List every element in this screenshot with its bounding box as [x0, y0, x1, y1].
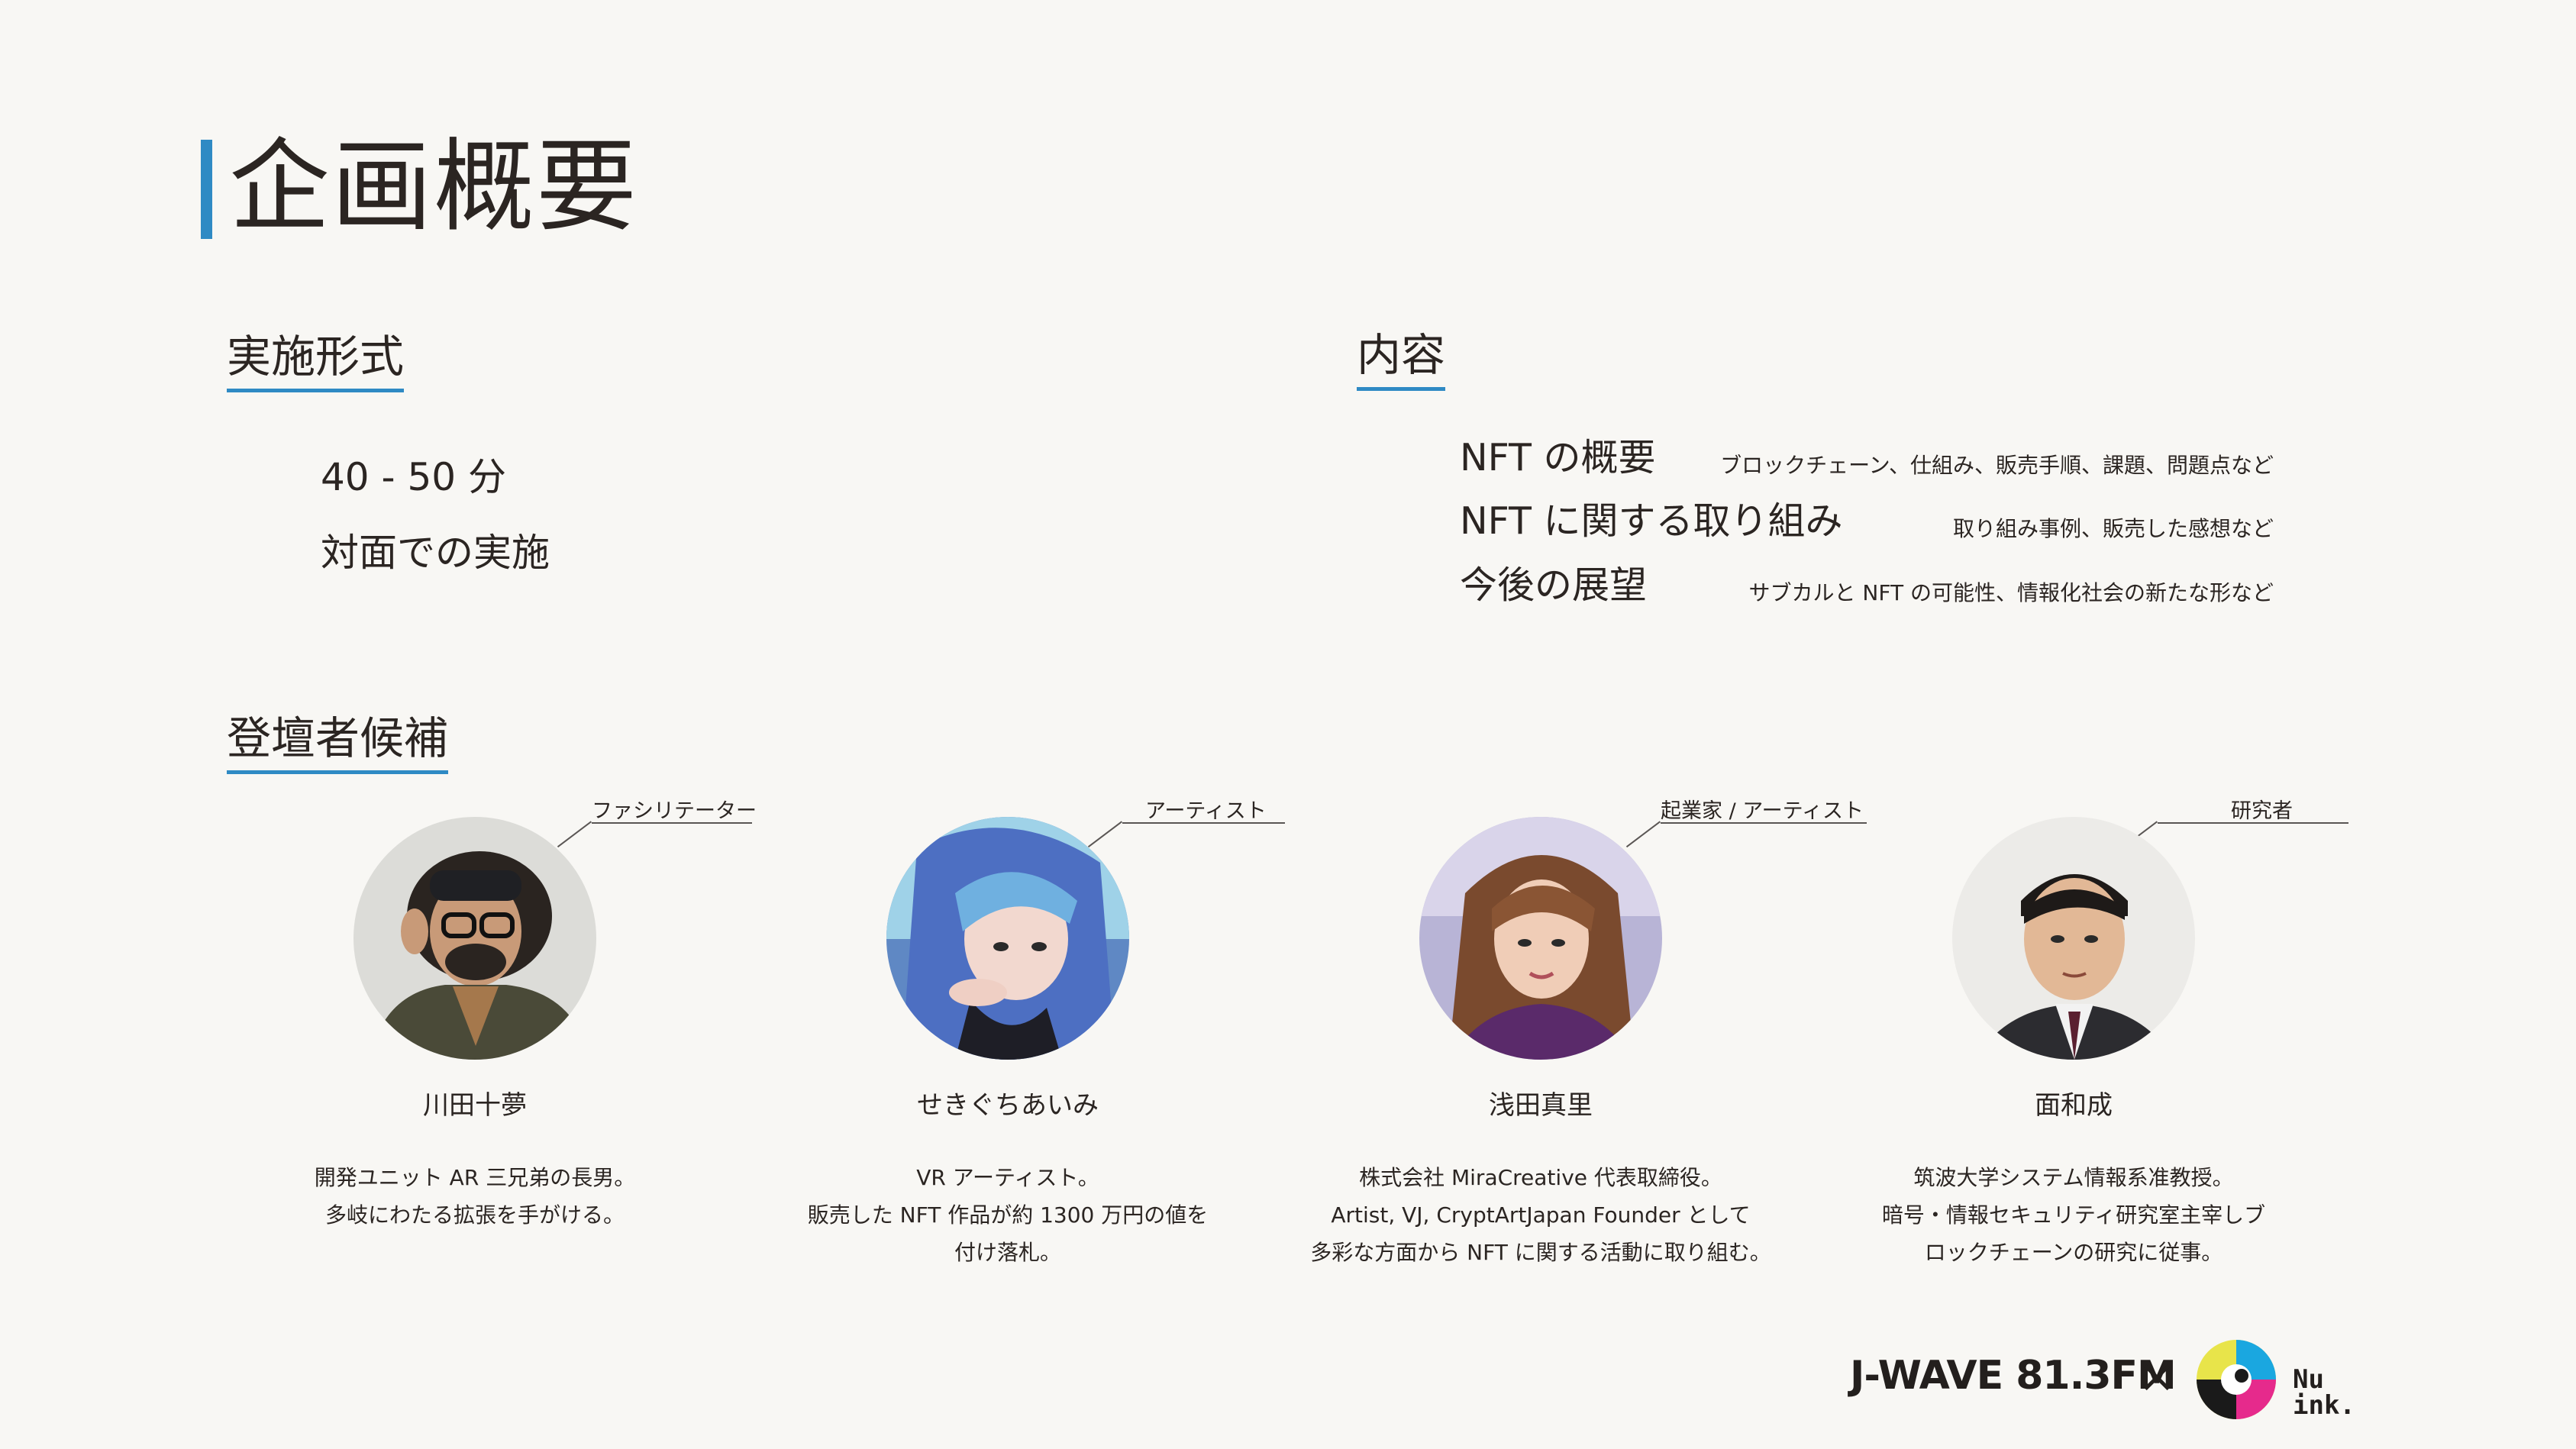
role-pointer [1087, 821, 1122, 848]
role-pointer [1625, 821, 1661, 848]
speaker-bio-line: 多彩な方面から NFT に関する活動に取り組む。 [1310, 1240, 1771, 1265]
person-photo-icon [886, 817, 1129, 1060]
format-duration: 40 - 50 分 [321, 455, 506, 499]
speaker-role: アーティスト [1145, 799, 1267, 823]
speaker-bio-line: 筑波大学システム情報系准教授。 [1913, 1165, 2234, 1190]
speaker-bio: 株式会社 MiraCreative 代表取締役。 Artist, VJ, Cry… [1273, 1159, 1808, 1271]
content-item-note: ブロックチェーン、仕組み、販売手順、課題、問題点など [1720, 453, 2274, 478]
speaker-bio: 筑波大学システム情報系准教授。 暗号・情報セキュリティ研究室主宰しブ ロックチェ… [1806, 1159, 2341, 1271]
speaker-name: 浅田真里 [1489, 1090, 1593, 1121]
speaker-bio-line: 暗号・情報セキュリティ研究室主宰しブ [1881, 1202, 2266, 1228]
speaker-photo [353, 817, 596, 1060]
role-pointer [557, 821, 592, 848]
person-photo-icon [1952, 817, 2195, 1060]
speaker-name: せきぐちあいみ [917, 1090, 1099, 1121]
speaker-bio-line: Artist, VJ, CryptArtJapan Founder として [1331, 1202, 1751, 1228]
section-heading-content: 内容 [1357, 329, 1446, 391]
speaker-photo [886, 817, 1129, 1060]
content-item-note: 取り組み事例、販売した感想など [1952, 516, 2274, 541]
speaker-bio-line: 多岐にわたる拡張を手がける。 [324, 1202, 625, 1228]
nuink-logo-line: Nu [2293, 1364, 2324, 1395]
speaker-bio-line: ロックチェーンの研究に従事。 [1924, 1240, 2223, 1265]
speaker-bio-line: 販売した NFT 作品が約 1300 万円の値を [807, 1202, 1209, 1228]
role-underline [592, 822, 752, 824]
speaker-bio-line: 株式会社 MiraCreative 代表取締役。 [1359, 1165, 1722, 1190]
speaker-bio-line: VR アーティスト。 [916, 1165, 1099, 1190]
jwave-logo: J-WAVE 81.3FM [1850, 1353, 2177, 1399]
speaker-name: 面和成 [2035, 1090, 2113, 1121]
speaker-name: 川田十夢 [423, 1090, 527, 1121]
speaker-bio: 開発ユニット AR 三兄弟の長男。 多岐にわたる拡張を手がける。 [208, 1159, 742, 1234]
section-heading-format: 実施形式 [227, 331, 405, 392]
format-style: 対面での実施 [321, 531, 550, 575]
speaker-photo [1952, 817, 2195, 1060]
person-photo-icon [353, 817, 596, 1060]
content-item-note: サブカルと NFT の可能性、情報化社会の新たな形など [1748, 580, 2274, 605]
times-icon: × [2138, 1350, 2177, 1403]
speaker-bio-line: 開発ユニット AR 三兄弟の長男。 [314, 1165, 636, 1190]
speaker-role: ファシリテーター [592, 799, 757, 823]
speaker-bio-line: 付け落札。 [954, 1240, 1061, 1265]
nuink-logo-icon [2194, 1338, 2278, 1422]
speaker-bio: VR アーティスト。 販売した NFT 作品が約 1300 万円の値を 付け落札… [741, 1159, 1275, 1271]
speaker-role: 研究者 [2231, 799, 2293, 823]
content-item-title: NFT の概要 [1460, 436, 1656, 479]
role-underline [1122, 822, 1285, 824]
content-item-title: NFT に関する取り組み [1460, 499, 1843, 543]
speaker-card: ファシリテーター 川田十夢 開発ユニット AR 三兄弟の長男。 多岐にわたる拡張… [208, 794, 757, 1283]
section-heading-speakers: 登壇者候補 [227, 712, 449, 774]
speaker-card: 起業家 / アーティスト 浅田真里 株式会社 MiraCreative 代表取締… [1273, 794, 1867, 1283]
nuink-logo-text: Nu ink. [2293, 1367, 2355, 1418]
person-photo-icon [1419, 817, 1662, 1060]
title-accent-bar [201, 140, 212, 239]
speaker-card: アーティスト せきぐちあいみ VR アーティスト。 販売した NFT 作品が約 … [741, 794, 1285, 1283]
page-title: 企画概要 [229, 128, 638, 246]
speaker-card: 研究者 面和成 筑波大学システム情報系准教授。 暗号・情報セキュリティ研究室主宰… [1806, 794, 2348, 1283]
nuink-logo-line: ink. [2293, 1390, 2355, 1421]
speaker-photo [1419, 817, 1662, 1060]
content-item-title: 今後の展望 [1460, 563, 1648, 607]
role-underline [2158, 822, 2348, 824]
